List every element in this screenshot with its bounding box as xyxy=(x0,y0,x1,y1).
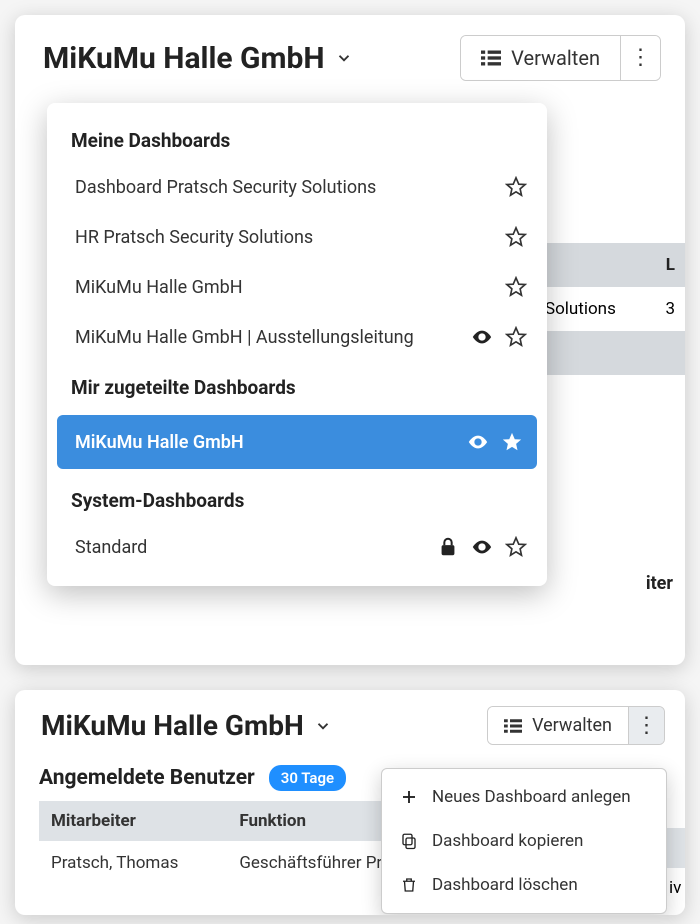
star-outline-icon[interactable] xyxy=(505,326,527,348)
dashboard-title-text: MiKuMu Halle GmbH xyxy=(41,709,304,742)
header-row: MiKuMu Halle GmbH Verwalten ⋮ xyxy=(15,15,685,91)
dropdown-item-active[interactable]: MiKuMu Halle GmbH xyxy=(57,415,537,469)
header-row: MiKuMu Halle GmbH Verwalten ⋮ xyxy=(15,690,685,751)
dots-vertical-icon: ⋮ xyxy=(630,47,652,69)
manage-button-group: Verwalten ⋮ xyxy=(487,706,665,745)
eye-icon xyxy=(467,431,489,453)
eye-icon xyxy=(471,326,493,348)
dropdown-item[interactable]: HR Pratsch Security Solutions xyxy=(47,212,547,262)
widget-title: Angemeldete Benutzer xyxy=(39,766,255,790)
dropdown-section-system: System-Dashboards xyxy=(47,475,547,522)
dropdown-item[interactable]: Standard xyxy=(47,522,547,572)
dropdown-section-my: Meine Dashboards xyxy=(47,115,547,162)
chevron-down-icon xyxy=(314,717,332,735)
manage-button-group: Verwalten ⋮ xyxy=(460,35,661,81)
star-outline-icon[interactable] xyxy=(505,226,527,248)
copy-icon xyxy=(400,832,418,850)
dashboard-dropdown: Meine Dashboards Dashboard Pratsch Secur… xyxy=(47,103,547,586)
dropdown-section-assigned: Mir zugeteilte Dashboards xyxy=(47,362,547,409)
period-badge: 30 Tage xyxy=(269,765,346,791)
list-icon xyxy=(504,718,522,734)
more-menu-button[interactable]: ⋮ xyxy=(620,36,660,80)
background-table-fragment: L Solutions 3 iter xyxy=(535,243,685,383)
manage-button-label: Verwalten xyxy=(532,715,612,736)
dropdown-item[interactable]: MiKuMu Halle GmbH | Ausstellungsleitung xyxy=(47,312,547,362)
table-cell-fragment: iv xyxy=(667,868,685,908)
dots-vertical-icon: ⋮ xyxy=(636,715,658,737)
plus-icon xyxy=(400,788,418,806)
col-employee: Mitarbeiter xyxy=(39,801,227,841)
star-outline-icon[interactable] xyxy=(505,276,527,298)
manage-button[interactable]: Verwalten xyxy=(461,36,620,80)
trash-icon xyxy=(400,876,418,894)
table-header-fragment xyxy=(667,828,685,868)
manage-button-label: Verwalten xyxy=(511,46,600,70)
dropdown-item[interactable]: MiKuMu Halle GmbH xyxy=(47,262,547,312)
chevron-down-icon xyxy=(335,49,353,67)
star-outline-icon[interactable] xyxy=(505,176,527,198)
dashboard-context-menu: Neues Dashboard anlegen Dashboard kopier… xyxy=(381,768,667,914)
star-outline-icon[interactable] xyxy=(505,536,527,558)
dashboard-title-selector[interactable]: MiKuMu Halle GmbH xyxy=(41,709,332,742)
eye-icon xyxy=(471,536,493,558)
lock-icon xyxy=(437,536,459,558)
list-icon xyxy=(481,49,501,67)
dropdown-item[interactable]: Dashboard Pratsch Security Solutions xyxy=(47,162,547,212)
manage-button[interactable]: Verwalten xyxy=(488,707,628,744)
dashboard-title-selector[interactable]: MiKuMu Halle GmbH xyxy=(43,41,353,76)
ctx-new-dashboard[interactable]: Neues Dashboard anlegen xyxy=(382,775,666,819)
star-filled-icon[interactable] xyxy=(501,431,523,453)
panel-context-menu: MiKuMu Halle GmbH Verwalten ⋮ Angemeldet… xyxy=(15,690,685,915)
ctx-delete-dashboard[interactable]: Dashboard löschen xyxy=(382,863,666,907)
dashboard-title-text: MiKuMu Halle GmbH xyxy=(43,41,325,76)
panel-dashboard-dropdown: MiKuMu Halle GmbH Verwalten ⋮ L Solution… xyxy=(15,15,685,665)
more-menu-button[interactable]: ⋮ xyxy=(628,707,664,744)
ctx-copy-dashboard[interactable]: Dashboard kopieren xyxy=(382,819,666,863)
